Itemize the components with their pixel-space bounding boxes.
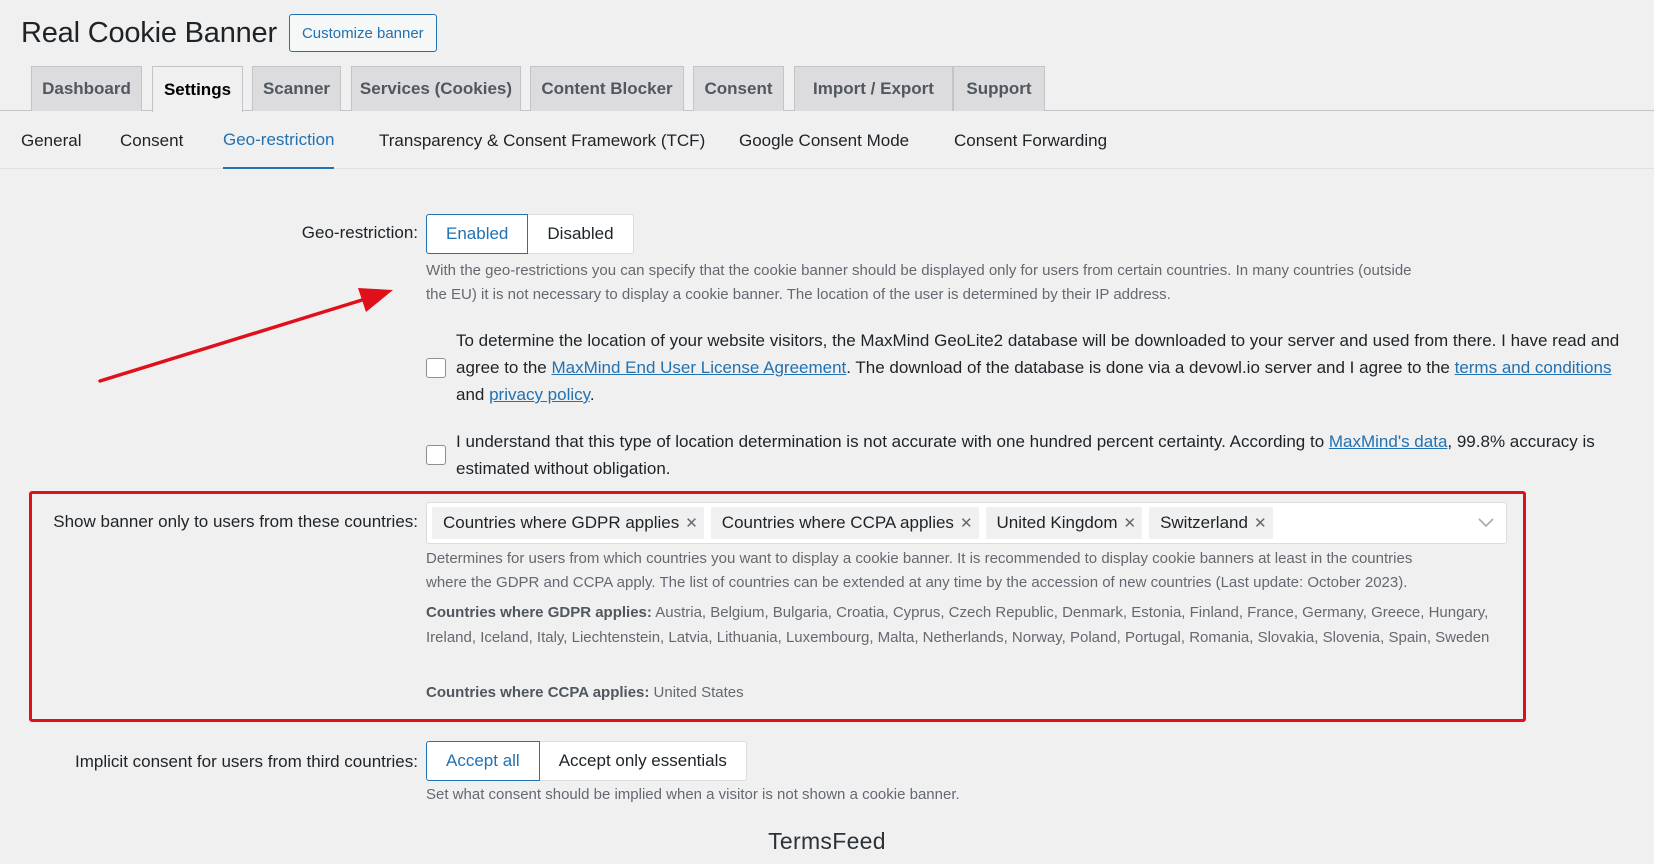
implicit-consent-label: Implicit consent for users from third co… bbox=[75, 752, 418, 771]
privacy-policy-link[interactable]: privacy policy bbox=[489, 385, 590, 404]
geo-restriction-label: Geo-restriction: bbox=[301, 223, 418, 242]
remove-icon[interactable]: ✕ bbox=[1123, 514, 1136, 532]
accept-essentials-option[interactable]: Accept only essentials bbox=[539, 741, 747, 781]
tab-import-export[interactable]: Import / Export bbox=[794, 66, 953, 111]
chip-ccpa: Countries where CCPA applies ✕ bbox=[710, 507, 979, 539]
geo-enabled-option[interactable]: Enabled bbox=[426, 214, 529, 254]
geo-description-line-1: With the geo-restrictions you can specif… bbox=[426, 262, 1412, 279]
chip-switzerland: Switzerland ✕ bbox=[1149, 507, 1273, 539]
geo-description-line-2: the EU) it is not necessary to display a… bbox=[426, 286, 1171, 303]
accuracy-checkbox[interactable] bbox=[426, 445, 446, 465]
customize-banner-button[interactable]: Customize banner bbox=[288, 14, 437, 52]
remove-icon[interactable]: ✕ bbox=[960, 514, 973, 532]
implicit-consent-toggle: Accept all Accept only essentials bbox=[426, 741, 747, 781]
chevron-down-icon[interactable] bbox=[1476, 513, 1496, 533]
page-header: Real Cookie Banner Customize banner bbox=[21, 14, 437, 52]
red-arrow-annotation bbox=[98, 288, 393, 383]
accept-all-option[interactable]: Accept all bbox=[426, 741, 540, 781]
countries-description-line-2: where the GDPR and CCPA apply. The list … bbox=[426, 574, 1408, 591]
subnav-consent[interactable]: Consent bbox=[120, 112, 183, 169]
subnav-tcf[interactable]: Transparency & Consent Framework (TCF) bbox=[379, 112, 705, 169]
watermark: TermsFeed bbox=[768, 828, 886, 854]
accuracy-row: I understand that this type of location … bbox=[426, 428, 1636, 482]
countries-select[interactable]: Countries where GDPR applies ✕ Countries … bbox=[426, 502, 1507, 544]
license-agreement-text: To determine the location of your websit… bbox=[456, 331, 1620, 404]
tab-content-blocker[interactable]: Content Blocker bbox=[530, 66, 684, 111]
countries-description-line-1: Determines for users from which countrie… bbox=[426, 550, 1413, 567]
sub-navigation: General Consent Geo-restriction Transpar… bbox=[0, 112, 1654, 169]
license-agreement-checkbox[interactable] bbox=[426, 357, 446, 378]
subnav-consent-forwarding[interactable]: Consent Forwarding bbox=[954, 112, 1107, 169]
remove-icon[interactable]: ✕ bbox=[685, 514, 698, 532]
subnav-geo-restriction[interactable]: Geo-restriction bbox=[223, 112, 335, 169]
settings-page: Real Cookie Banner Customize banner Dash… bbox=[0, 0, 1654, 864]
tab-services-cookies[interactable]: Services (Cookies) bbox=[351, 66, 521, 111]
implicit-consent-description: Set what consent should be implied when … bbox=[426, 786, 960, 803]
gdpr-country-list: Countries where GDPR applies: Austria, B… bbox=[426, 604, 1490, 646]
page-title: Real Cookie Banner bbox=[21, 16, 277, 49]
main-tabs: Dashboard Settings Scanner Services (Coo… bbox=[0, 66, 1654, 112]
accuracy-text: I understand that this type of location … bbox=[456, 432, 1595, 478]
geo-disabled-option[interactable]: Disabled bbox=[528, 214, 634, 254]
tab-dashboard[interactable]: Dashboard bbox=[31, 66, 142, 111]
chip-gdpr: Countries where GDPR applies ✕ bbox=[432, 507, 704, 539]
countries-label: Show banner only to users from these cou… bbox=[53, 512, 418, 531]
geo-restriction-toggle: Enabled Disabled bbox=[426, 214, 634, 254]
tab-scanner[interactable]: Scanner bbox=[252, 66, 341, 111]
subnav-google-consent-mode[interactable]: Google Consent Mode bbox=[739, 112, 909, 169]
terms-link[interactable]: terms and conditions bbox=[1455, 358, 1612, 377]
license-agreement-row: To determine the location of your websit… bbox=[426, 327, 1636, 408]
subnav-general[interactable]: General bbox=[21, 112, 81, 169]
remove-icon[interactable]: ✕ bbox=[1254, 514, 1267, 532]
tab-support[interactable]: Support bbox=[953, 66, 1045, 111]
ccpa-country-list: Countries where CCPA applies: United Sta… bbox=[426, 684, 744, 701]
tab-settings[interactable]: Settings bbox=[152, 66, 243, 112]
chip-united-kingdom: United Kingdom ✕ bbox=[985, 507, 1143, 539]
maxmind-eula-link[interactable]: MaxMind End User License Agreement bbox=[551, 358, 846, 377]
maxmind-data-link[interactable]: MaxMind's data bbox=[1329, 432, 1448, 451]
tab-consent[interactable]: Consent bbox=[693, 66, 784, 111]
